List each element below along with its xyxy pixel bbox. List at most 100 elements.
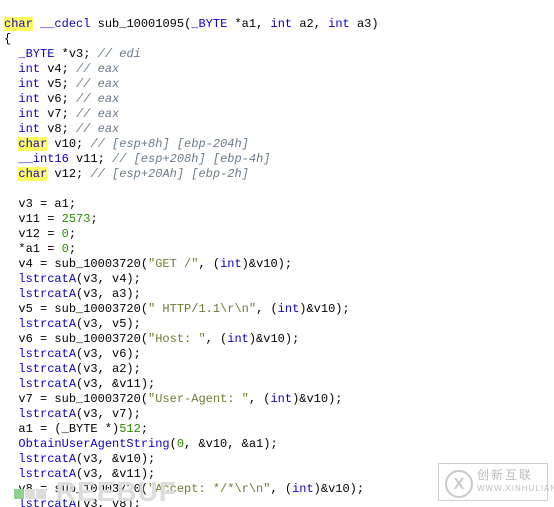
num: 0 xyxy=(62,227,69,241)
args: (v3, &v10); xyxy=(76,452,155,466)
fn: lstrcatA xyxy=(18,347,76,361)
type-int16: __int16 xyxy=(18,152,68,166)
txt: , ( xyxy=(256,302,278,316)
txt: , ( xyxy=(206,332,228,346)
param3: a3 xyxy=(357,17,371,31)
fn: lstrcatA xyxy=(18,407,76,421)
str: "User-Agent: " xyxy=(148,392,249,406)
fn: lstrcatA xyxy=(18,377,76,391)
num: 0 xyxy=(177,437,184,451)
cm-v11: // [esp+208h] [ebp-4h] xyxy=(112,152,270,166)
cm-v10: // [esp+8h] [ebp-204h] xyxy=(90,137,248,151)
stmt: v11 = xyxy=(18,212,61,226)
fn: lstrcatA xyxy=(18,467,76,481)
decl-v6: v6; xyxy=(47,92,69,106)
type-byte: _BYTE xyxy=(191,17,227,31)
txt: )&v10); xyxy=(249,332,299,346)
cm-v5: // eax xyxy=(76,77,119,91)
stmt: *a1 = xyxy=(18,242,61,256)
decl-v12: v12; xyxy=(54,167,83,181)
cm-v12: // [esp+20Ah] [ebp-2h] xyxy=(90,167,248,181)
fn: ObtainUserAgentString xyxy=(18,437,169,451)
args: (v3, v5); xyxy=(76,317,141,331)
cm-v4: // eax xyxy=(76,62,119,76)
type-int: int xyxy=(18,92,40,106)
stmt: v12 = xyxy=(18,227,61,241)
txt: , ( xyxy=(270,482,292,496)
str: "GET /" xyxy=(148,257,198,271)
kw: int xyxy=(278,302,300,316)
fn: lstrcatA xyxy=(18,317,76,331)
param1: *a1 xyxy=(234,17,256,31)
stmt: v7 = sub_10003720( xyxy=(18,392,148,406)
semi: ; xyxy=(90,212,97,226)
num: 512 xyxy=(119,422,141,436)
str: "Accept: */*\r\n" xyxy=(148,482,270,496)
decl-v4: v4; xyxy=(47,62,69,76)
decl-v11: v11; xyxy=(76,152,105,166)
txt: )&v10); xyxy=(314,482,364,496)
txt: )&v10); xyxy=(292,392,342,406)
num: 0 xyxy=(62,242,69,256)
fn: lstrcatA xyxy=(18,287,76,301)
txt: , ( xyxy=(198,257,220,271)
cm-v3: // edi xyxy=(98,47,141,61)
type-char: char xyxy=(18,137,47,151)
type-char: char xyxy=(18,167,47,181)
str: "Host: " xyxy=(148,332,206,346)
decl-v10: v10; xyxy=(54,137,83,151)
num: 2573 xyxy=(62,212,91,226)
args: (v3, &v11); xyxy=(76,377,155,391)
semi: ; xyxy=(141,422,148,436)
semi: ; xyxy=(69,227,76,241)
txt: )&v10); xyxy=(299,302,349,316)
args: (v3, v4); xyxy=(76,272,141,286)
kw: int xyxy=(292,482,314,496)
semi: ; xyxy=(69,242,76,256)
type-int: int xyxy=(18,122,40,136)
stmt: v5 = sub_10003720( xyxy=(18,302,148,316)
fn: lstrcatA xyxy=(18,497,76,507)
args: (v3, a2); xyxy=(76,362,141,376)
txt: ( xyxy=(170,437,177,451)
kw: int xyxy=(220,257,242,271)
kw-cdecl: __cdecl xyxy=(40,17,90,31)
stmt: v4 = sub_10003720( xyxy=(18,257,148,271)
decl-v7: v7; xyxy=(47,107,69,121)
txt: , ( xyxy=(249,392,271,406)
cm-v8: // eax xyxy=(76,122,119,136)
type-char: char xyxy=(4,17,33,31)
type-int: int xyxy=(328,17,350,31)
args: (v3, v8); xyxy=(76,497,141,507)
type-int: int xyxy=(18,107,40,121)
func-name: sub_10001095 xyxy=(98,17,184,31)
txt: )&v10); xyxy=(242,257,292,271)
kw: int xyxy=(227,332,249,346)
stmt: v3 = a1; xyxy=(18,197,76,211)
decl-v3: *v3; xyxy=(62,47,91,61)
fn: lstrcatA xyxy=(18,362,76,376)
decl-v5: v5; xyxy=(47,77,69,91)
type-int: int xyxy=(18,62,40,76)
kw: int xyxy=(270,392,292,406)
args: (v3, v7); xyxy=(76,407,141,421)
args: (v3, &v11); xyxy=(76,467,155,481)
stmt: v8 = sub_10003720( xyxy=(18,482,148,496)
decompiled-code: char __cdecl sub_10001095(_BYTE *a1, int… xyxy=(0,0,554,507)
cm-v6: // eax xyxy=(76,92,119,106)
type-int: int xyxy=(18,77,40,91)
fn: lstrcatA xyxy=(18,272,76,286)
cm-v7: // eax xyxy=(76,107,119,121)
stmt: v6 = sub_10003720( xyxy=(18,332,148,346)
args: (v3, a3); xyxy=(76,287,141,301)
args: (v3, v6); xyxy=(76,347,141,361)
stmt: a1 = (_BYTE *) xyxy=(18,422,119,436)
decl-v8: v8; xyxy=(47,122,69,136)
type-int: int xyxy=(271,17,293,31)
type-byte: _BYTE xyxy=(18,47,54,61)
str: " HTTP/1.1\r\n" xyxy=(148,302,256,316)
fn: lstrcatA xyxy=(18,452,76,466)
brace-open: { xyxy=(4,32,11,46)
args: , &v10, &a1); xyxy=(184,437,278,451)
param2: a2 xyxy=(299,17,313,31)
